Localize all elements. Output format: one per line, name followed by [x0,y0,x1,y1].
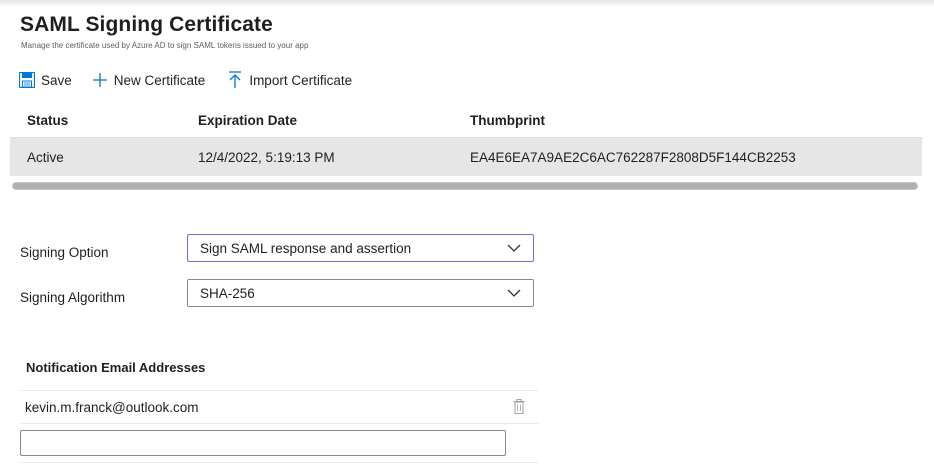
save-label: Save [41,72,72,88]
column-header-thumbprint: Thumbprint [470,113,545,128]
table-row[interactable]: Active 12/4/2022, 5:19:13 PM EA4E6EA7A9A… [10,138,922,176]
signing-algorithm-value: SHA-256 [200,285,255,301]
save-button[interactable]: Save [19,72,72,88]
signing-option-value: Sign SAML response and assertion [200,240,412,256]
cell-expiration-date: 12/4/2022, 5:19:13 PM [198,149,335,165]
scrollbar-thumb[interactable] [13,183,917,189]
cell-status: Active [27,149,64,165]
column-header-expiration-date: Expiration Date [198,113,298,128]
new-certificate-button[interactable]: New Certificate [92,72,206,88]
chevron-down-icon [507,244,521,252]
new-certificate-label: New Certificate [113,72,206,88]
signing-algorithm-dropdown[interactable]: SHA-256 [187,279,534,307]
page-title: SAML Signing Certificate [20,13,273,36]
new-email-input[interactable] [20,430,506,456]
list-item: kevin.m.franck@outlook.com [20,390,538,424]
import-certificate-button[interactable]: Import Certificate [227,71,352,89]
import-certificate-label: Import Certificate [249,72,353,88]
top-shadow [0,0,934,7]
notification-email-title: Notification Email Addresses [26,360,206,375]
trash-icon[interactable] [513,399,525,414]
signing-algorithm-label: Signing Algorithm [20,290,126,305]
upload-arrow-icon [229,71,242,88]
save-icon [19,72,35,88]
page-subtitle: Manage the certificate used by Azure AD … [21,41,309,50]
signing-option-label: Signing Option [20,245,109,260]
plus-icon [92,73,107,87]
divider [20,462,538,463]
column-header-status: Status [27,113,69,128]
table-header-row: Status Expiration Date Thumbprint [10,104,922,138]
chevron-down-icon [507,289,521,297]
certificate-table: Status Expiration Date Thumbprint Active… [10,104,922,176]
email-address: kevin.m.franck@outlook.com [25,399,199,415]
horizontal-scrollbar[interactable] [12,182,918,190]
cell-thumbprint: EA4E6EA7A9AE2C6AC762287F2808D5F144CB2253 [470,149,796,165]
signing-option-dropdown[interactable]: Sign SAML response and assertion [187,234,534,262]
toolbar: Save New Certificate Import Certificate [19,69,372,91]
